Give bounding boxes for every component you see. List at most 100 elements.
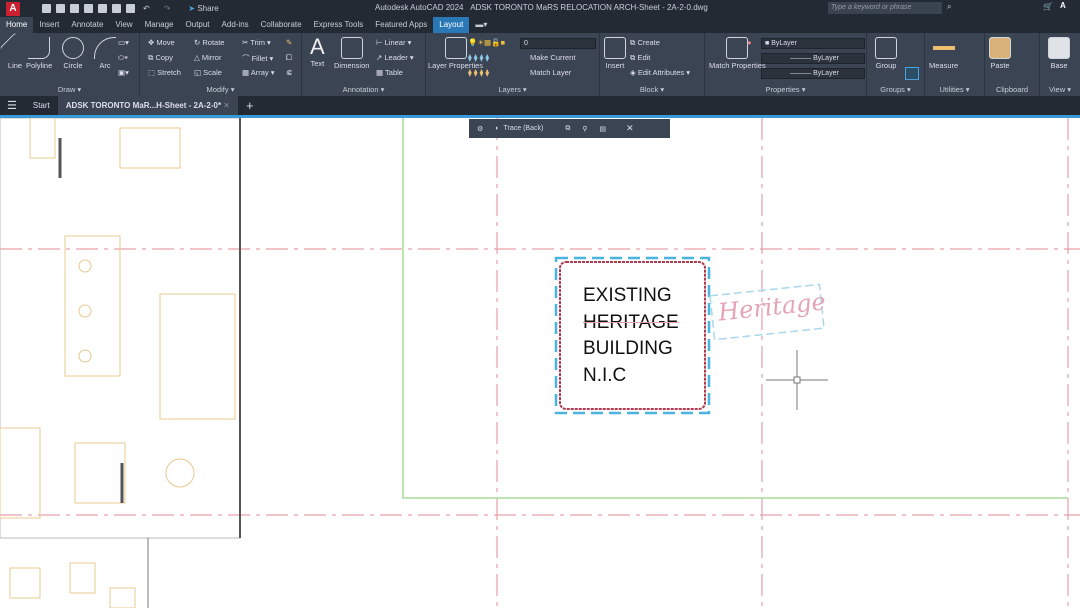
polyline-button[interactable]: Polyline (26, 37, 52, 70)
stretch-button[interactable]: ⬚ Stretch (148, 68, 181, 77)
group-selection-toggle[interactable] (905, 67, 919, 80)
annotation-panel-label[interactable]: Annotation ▾ (302, 85, 425, 94)
note-line: N.I.C (583, 364, 627, 386)
ribbon-toggle-icon[interactable]: ▬▾ (469, 17, 493, 33)
drawing-canvas[interactable]: EXISTING HERITAGE BUILDING N.I.C Heritag… (0, 115, 1080, 608)
create-block-button[interactable]: ⧉ Create (630, 38, 660, 48)
tab-view[interactable]: View (109, 17, 138, 33)
properties-panel-label[interactable]: Properties ▾ (705, 85, 866, 94)
tab-layout[interactable]: Layout (433, 17, 470, 33)
plot-icon[interactable] (112, 4, 121, 13)
groups-panel-label[interactable]: Groups ▾ (867, 85, 924, 94)
search-input[interactable]: Type a keyword or phrase (828, 2, 942, 14)
move-button[interactable]: ✥ Move (148, 38, 175, 47)
undo-icon[interactable]: ↶ (143, 4, 150, 13)
edit-attributes-button[interactable]: ◈ Edit Attributes ▾ (630, 68, 690, 77)
line-button[interactable]: Line (0, 32, 31, 70)
view-panel-label[interactable]: View ▾ (1040, 85, 1080, 94)
layer-dropdown[interactable]: 0 (520, 38, 596, 49)
tab-home[interactable]: Home (0, 17, 34, 33)
text-button[interactable]: A Text (310, 35, 325, 69)
drawing-tab[interactable]: ADSK TORONTO MaR...H-Sheet - 2A-2-0* ✕ (57, 96, 238, 115)
save-as-icon[interactable] (84, 4, 93, 13)
save-icon[interactable] (70, 4, 79, 13)
arc-icon (94, 37, 116, 59)
draw-panel-label[interactable]: Draw ▾ (0, 85, 139, 94)
layer-properties-icon (444, 37, 467, 59)
layers-panel-label[interactable]: Layers ▾ (426, 85, 599, 94)
match-properties-button[interactable]: Match Properties (709, 37, 766, 70)
trace-markup-icon[interactable]: ▤ (599, 125, 606, 133)
trace-mode-label[interactable]: Trace (Back) (504, 125, 544, 132)
dimension-button[interactable]: Dimension (334, 37, 369, 70)
tab-manage[interactable]: Manage (139, 17, 180, 33)
document-tabs: ☰ Start ADSK TORONTO MaR...H-Sheet - 2A-… (0, 96, 1080, 115)
tab-featured-apps[interactable]: Featured Apps (369, 17, 433, 33)
circle-button[interactable]: Circle (62, 37, 84, 70)
linetype-dropdown[interactable]: ——— ByLayer (761, 53, 865, 64)
account-icon[interactable]: A (1060, 1, 1066, 10)
rotate-button[interactable]: ↻ Rotate (194, 38, 224, 47)
cart-icon[interactable]: 🛒 (1043, 2, 1053, 11)
window-title: Autodesk AutoCAD 2024 ADSK TORONTO MaRS … (375, 3, 708, 12)
share-button[interactable]: ➤ Share (188, 4, 218, 13)
leader-button[interactable]: ↗ Leader ▾ (376, 53, 414, 62)
array-button[interactable]: ▦ Array ▾ (242, 68, 275, 77)
layer-tools-row1[interactable]: ⧫ ⧫ ⧫ ⧫ (468, 53, 489, 62)
search-icon[interactable]: ⌕ (947, 2, 951, 12)
measure-button[interactable]: Measure (929, 37, 958, 70)
match-layer-button[interactable]: Match Layer (530, 68, 571, 77)
trace-frame-icon[interactable]: ⧉ (565, 125, 570, 133)
scale-button[interactable]: ◱ Scale (194, 68, 222, 77)
tab-add-ins[interactable]: Add-ins (216, 17, 255, 33)
boundary-icon[interactable]: ▣▾ (118, 68, 129, 77)
explode-icon[interactable]: ⧠ (286, 53, 292, 63)
group-button[interactable]: Group (875, 37, 897, 70)
tab-output[interactable]: Output (180, 17, 216, 33)
offset-icon[interactable]: ⋐ (286, 68, 292, 77)
base-button[interactable]: Base (1048, 37, 1070, 70)
settings-icon[interactable]: ⚙ (477, 125, 483, 133)
insert-button[interactable]: Insert (604, 37, 626, 70)
close-tab-icon[interactable]: ✕ (223, 101, 230, 110)
erase-icon[interactable]: ✎ (286, 38, 292, 47)
mirror-button[interactable]: △ Mirror (194, 53, 221, 62)
tab-annotate[interactable]: Annotate (65, 17, 109, 33)
hatch-icon[interactable]: ⬭▾ (118, 53, 128, 63)
new-icon[interactable] (42, 4, 51, 13)
open-icon[interactable] (56, 4, 65, 13)
start-tab[interactable]: Start (25, 101, 58, 110)
tab-collaborate[interactable]: Collaborate (255, 17, 308, 33)
utilities-panel-label[interactable]: Utilities ▾ (925, 85, 984, 94)
redo-icon[interactable]: ↷ (164, 4, 171, 13)
copy-button[interactable]: ⧉ Copy (148, 53, 173, 63)
layer-tools-row2[interactable]: ⧫ ⧫ ⧫ ⧫ (468, 68, 489, 77)
modify-panel-label[interactable]: Modify ▾ (140, 85, 301, 94)
publish-icon[interactable] (98, 4, 107, 13)
table-button[interactable]: ▦ Table (376, 68, 403, 77)
paste-button[interactable]: Paste (989, 37, 1011, 70)
trim-button[interactable]: ✂ Trim ▾ (242, 38, 271, 47)
new-tab-icon[interactable]: + (246, 98, 254, 113)
trace-pin-icon[interactable]: ⚲ (582, 125, 587, 133)
edit-block-button[interactable]: ⧉ Edit (630, 53, 650, 63)
lineweight-dropdown[interactable]: ——— ByLayer (761, 68, 865, 79)
tab-insert[interactable]: Insert (33, 17, 65, 33)
heritage-note-text[interactable]: EXISTING HERITAGE BUILDING N.I.C (583, 283, 679, 389)
tab-express-tools[interactable]: Express Tools (308, 17, 370, 33)
block-panel-label[interactable]: Block ▾ (600, 85, 704, 94)
trace-globe-icon[interactable]: ◐ (495, 125, 499, 132)
fillet-button[interactable]: ⌒ Fillet ▾ (242, 53, 273, 64)
color-dropdown[interactable]: ■ ByLayer (761, 38, 865, 49)
menu-icon[interactable]: ☰ (7, 99, 17, 112)
print-icon[interactable] (126, 4, 135, 13)
close-trace-icon[interactable]: ✕ (626, 123, 634, 134)
autocad-logo[interactable]: A (6, 1, 20, 16)
arc-button[interactable]: Arc (94, 37, 116, 70)
rectangle-icon[interactable]: ▭▾ (118, 38, 129, 47)
drawing-svg (0, 118, 1080, 608)
make-current-button[interactable]: Make Current (530, 53, 575, 62)
layer-state-icons[interactable]: 💡☀▦🔓■ (468, 38, 505, 47)
linear-button[interactable]: ⊢ Linear ▾ (376, 38, 411, 47)
utilities-panel: Measure Utilities ▾ (925, 33, 985, 96)
